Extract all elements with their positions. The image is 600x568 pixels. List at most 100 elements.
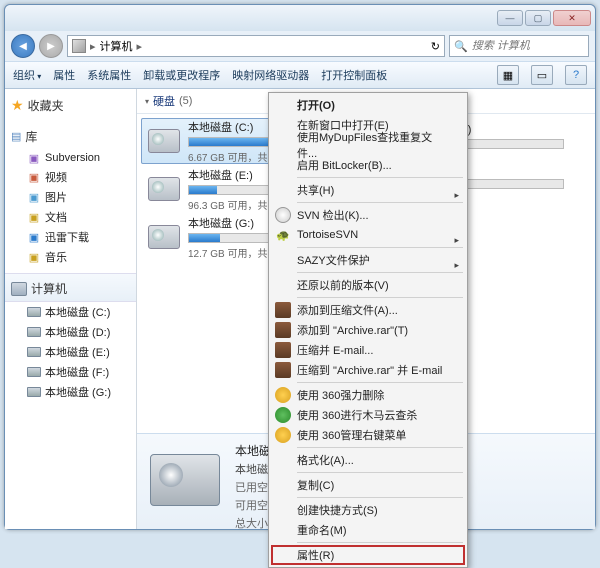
star-icon: ★: [11, 97, 24, 114]
rar-icon: [275, 362, 291, 378]
drive-icon: [27, 387, 41, 397]
sidebar-library-item[interactable]: ▣文档: [5, 207, 136, 227]
cm-share[interactable]: 共享(H): [271, 180, 465, 200]
cm-sep: [297, 447, 463, 448]
cm-rename[interactable]: 重命名(M): [271, 520, 465, 540]
cm-sep: [297, 497, 463, 498]
drive-label: 本地磁盘 (G:): [45, 384, 111, 400]
libraries-label: 库: [25, 128, 37, 145]
help-button[interactable]: ?: [565, 65, 587, 85]
nav-pane: ★ 收藏夹 ▤ 库 ▣Subversion▣视频▣图片▣文档▣迅雷下载▣音乐 计…: [5, 89, 137, 529]
properties-button[interactable]: 属性: [53, 67, 75, 83]
sidebar-library-item[interactable]: ▣Subversion: [5, 149, 136, 167]
cm-sep: [297, 247, 463, 248]
rar-icon: [275, 302, 291, 318]
cm-sep: [297, 177, 463, 178]
cm-rar-email[interactable]: 压缩到 "Archive.rar" 并 E-mail: [271, 360, 465, 380]
library-icon: ▤: [11, 130, 21, 143]
minimize-button[interactable]: —: [497, 10, 523, 26]
sidebar-library-item[interactable]: ▣ 音乐: [5, 247, 136, 267]
forward-button[interactable]: ▶: [39, 34, 63, 58]
close-button[interactable]: ✕: [553, 10, 591, 26]
cm-sep: [297, 272, 463, 273]
libraries-section[interactable]: ▤ 库: [5, 124, 136, 149]
sidebar-library-item[interactable]: ▣图片: [5, 187, 136, 207]
library-item-label: 音乐: [45, 249, 67, 265]
search-box[interactable]: 🔍: [449, 35, 589, 57]
hdd-icon: [146, 123, 182, 159]
library-item-icon: ▣: [27, 190, 41, 204]
cm-tortoisesvn[interactable]: 🐢TortoiseSVN: [271, 225, 465, 245]
drive-label: 本地磁盘 (E:): [45, 344, 110, 360]
library-item-icon: ▣: [27, 250, 41, 264]
rar-icon: [275, 342, 291, 358]
cm-sep: [297, 297, 463, 298]
control-panel-button[interactable]: 打开控制面板: [321, 67, 387, 83]
cm-open[interactable]: 打开(O): [271, 95, 465, 115]
titlebar: — ▢ ✕: [5, 5, 595, 31]
uninstall-button[interactable]: 卸载或更改程序: [143, 67, 220, 83]
cm-add-archive[interactable]: 添加到压缩文件(A)...: [271, 300, 465, 320]
cm-create-shortcut[interactable]: 创建快捷方式(S): [271, 500, 465, 520]
sidebar-drive-item[interactable]: 本地磁盘 (F:): [5, 362, 136, 382]
sidebar-library-item[interactable]: ▣视频: [5, 167, 136, 187]
cm-properties[interactable]: 属性(R): [271, 545, 465, 565]
drive-label: 本地磁盘 (C:): [45, 304, 110, 320]
computer-section[interactable]: 计算机: [5, 273, 136, 302]
cm-add-rar[interactable]: 添加到 "Archive.rar"(T): [271, 320, 465, 340]
system-properties-button[interactable]: 系统属性: [87, 67, 131, 83]
library-item-icon: ▣: [27, 151, 41, 165]
breadcrumb-computer[interactable]: 计算机: [100, 38, 133, 54]
group-count: (5): [179, 95, 192, 107]
hdd-icon: [146, 219, 182, 255]
refresh-icon[interactable]: ↻: [431, 40, 440, 53]
computer-label: 计算机: [31, 280, 67, 297]
sidebar-drive-item[interactable]: 本地磁盘 (E:): [5, 342, 136, 362]
computer-icon: [11, 282, 27, 296]
sidebar-drive-item[interactable]: 本地磁盘 (C:): [5, 302, 136, 322]
command-bar: 组织 属性 系统属性 卸载或更改程序 映射网络驱动器 打开控制面板 ▦ ▭ ?: [5, 61, 595, 89]
sidebar-drive-item[interactable]: 本地磁盘 (G:): [5, 382, 136, 402]
cm-compress-email[interactable]: 压缩并 E-mail...: [271, 340, 465, 360]
breadcrumb-sep: ▸: [90, 40, 96, 53]
cm-sep: [297, 202, 463, 203]
sidebar-library-item[interactable]: ▣迅雷下载: [5, 227, 136, 247]
cm-sazy[interactable]: SAZY文件保护: [271, 250, 465, 270]
maximize-button[interactable]: ▢: [525, 10, 551, 26]
context-menu: 打开(O) 在新窗口中打开(E) 使用MyDupFiles查找重复文件... 启…: [268, 92, 468, 568]
library-item-icon: ▣: [27, 230, 41, 244]
nav-bar: ◀ ▶ ▸ 计算机 ▸ ↻ 🔍: [5, 31, 595, 61]
map-drive-button[interactable]: 映射网络驱动器: [232, 67, 309, 83]
back-button[interactable]: ◀: [11, 34, 35, 58]
hdd-icon: [146, 171, 182, 207]
preview-button[interactable]: ▭: [531, 65, 553, 85]
cm-sep: [297, 542, 463, 543]
search-input[interactable]: [472, 40, 584, 52]
cm-format[interactable]: 格式化(A)...: [271, 450, 465, 470]
drive-icon: [27, 307, 41, 317]
computer-icon: [72, 39, 86, 53]
cm-copy[interactable]: 复制(C): [271, 475, 465, 495]
cm-restore-previous[interactable]: 还原以前的版本(V): [271, 275, 465, 295]
view-button[interactable]: ▦: [497, 65, 519, 85]
cm-sep: [297, 382, 463, 383]
drive-label: 本地磁盘 (D:): [45, 324, 110, 340]
cm-bitlocker[interactable]: 启用 BitLocker(B)...: [271, 155, 465, 175]
favorites-section[interactable]: ★ 收藏夹: [5, 93, 136, 118]
cm-svn-checkout[interactable]: SVN 检出(K)...: [271, 205, 465, 225]
cm-sep: [297, 472, 463, 473]
library-item-label: 视频: [45, 169, 67, 185]
address-bar[interactable]: ▸ 计算机 ▸ ↻: [67, 35, 445, 57]
cm-360-scan[interactable]: 使用 360进行木马云查杀: [271, 405, 465, 425]
cm-360-menu[interactable]: 使用 360管理右键菜单: [271, 425, 465, 445]
breadcrumb-sep2: ▸: [137, 40, 143, 53]
group-title: 硬盘: [153, 93, 175, 109]
drive-icon: [27, 367, 41, 377]
tortoise-icon: 🐢: [275, 227, 291, 243]
organize-menu[interactable]: 组织: [13, 67, 41, 83]
cm-mydupfiles[interactable]: 使用MyDupFiles查找重复文件...: [271, 135, 465, 155]
360-icon: [275, 427, 291, 443]
sidebar-drive-item[interactable]: 本地磁盘 (D:): [5, 322, 136, 342]
search-icon: 🔍: [454, 40, 468, 53]
cm-360-delete[interactable]: 使用 360强力删除: [271, 385, 465, 405]
